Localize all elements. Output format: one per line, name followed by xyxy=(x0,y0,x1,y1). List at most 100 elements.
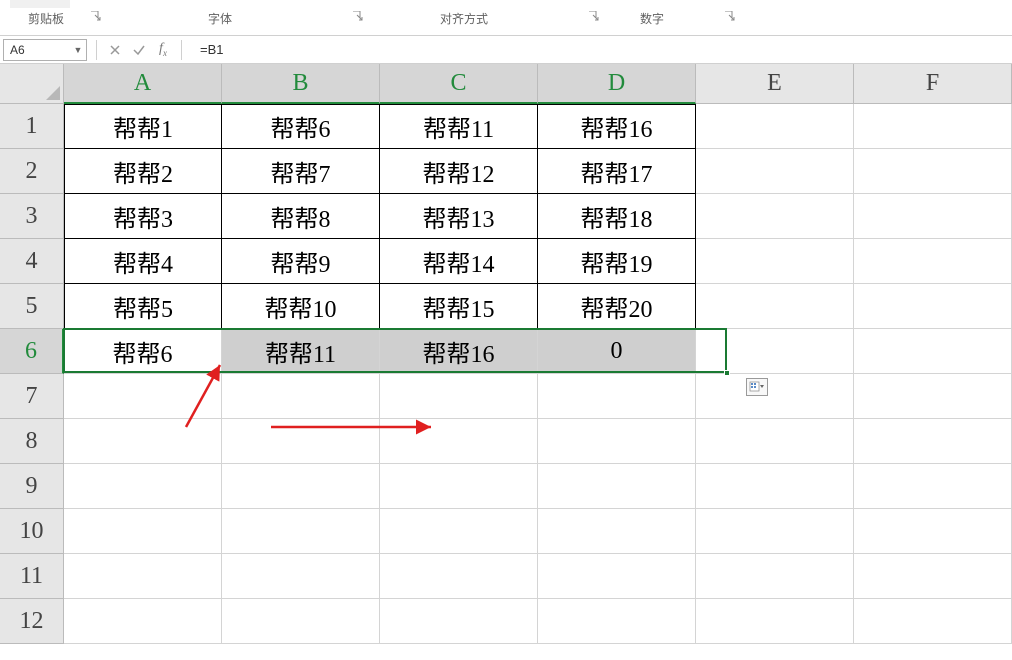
cell-C12[interactable] xyxy=(380,599,538,644)
cell-A12[interactable] xyxy=(64,599,222,644)
cell-F1[interactable] xyxy=(854,104,1012,149)
cell-D7[interactable] xyxy=(538,374,696,419)
cell-C8[interactable] xyxy=(380,419,538,464)
cell-C1[interactable]: 帮帮11 xyxy=(380,104,538,149)
col-header-C[interactable]: C xyxy=(380,64,538,104)
col-header-D[interactable]: D xyxy=(538,64,696,104)
cell-E1[interactable] xyxy=(696,104,854,149)
cell-B3[interactable]: 帮帮8 xyxy=(222,194,380,239)
cell-A10[interactable] xyxy=(64,509,222,554)
cell-F5[interactable] xyxy=(854,284,1012,329)
cell-A2[interactable]: 帮帮2 xyxy=(64,149,222,194)
col-header-E[interactable]: E xyxy=(696,64,854,104)
cell-A3[interactable]: 帮帮3 xyxy=(64,194,222,239)
insert-function-icon[interactable]: fx xyxy=(151,39,175,61)
formula-enter-icon[interactable] xyxy=(127,39,151,61)
cell-E10[interactable] xyxy=(696,509,854,554)
cell-F11[interactable] xyxy=(854,554,1012,599)
cell-A7[interactable] xyxy=(64,374,222,419)
cell-C6[interactable]: 帮帮16 xyxy=(380,329,538,374)
formula-text[interactable]: =B1 xyxy=(200,42,224,57)
cell-F2[interactable] xyxy=(854,149,1012,194)
alignment-dialog-launcher-icon[interactable] xyxy=(588,10,600,22)
font-dialog-launcher-icon[interactable] xyxy=(352,10,364,22)
row-header-2[interactable]: 2 xyxy=(0,149,64,194)
cell-D8[interactable] xyxy=(538,419,696,464)
cell-E9[interactable] xyxy=(696,464,854,509)
cell-F12[interactable] xyxy=(854,599,1012,644)
cell-C7[interactable] xyxy=(380,374,538,419)
cell-B11[interactable] xyxy=(222,554,380,599)
number-dialog-launcher-icon[interactable] xyxy=(724,10,736,22)
cell-B1[interactable]: 帮帮6 xyxy=(222,104,380,149)
row-header-10[interactable]: 10 xyxy=(0,509,64,554)
cell-B2[interactable]: 帮帮7 xyxy=(222,149,380,194)
cell-C11[interactable] xyxy=(380,554,538,599)
cell-B4[interactable]: 帮帮9 xyxy=(222,239,380,284)
cell-A4[interactable]: 帮帮4 xyxy=(64,239,222,284)
row-header-5[interactable]: 5 xyxy=(0,284,64,329)
row-header-1[interactable]: 1 xyxy=(0,104,64,149)
select-all-corner[interactable] xyxy=(0,64,64,104)
cell-E6[interactable] xyxy=(696,329,854,374)
cell-F10[interactable] xyxy=(854,509,1012,554)
row-header-8[interactable]: 8 xyxy=(0,419,64,464)
cell-C10[interactable] xyxy=(380,509,538,554)
name-box[interactable]: A6 ▼ xyxy=(3,39,87,61)
cell-F9[interactable] xyxy=(854,464,1012,509)
cell-C9[interactable] xyxy=(380,464,538,509)
row-header-9[interactable]: 9 xyxy=(0,464,64,509)
cell-C4[interactable]: 帮帮14 xyxy=(380,239,538,284)
cell-E11[interactable] xyxy=(696,554,854,599)
cell-E5[interactable] xyxy=(696,284,854,329)
cell-E8[interactable] xyxy=(696,419,854,464)
cell-B8[interactable] xyxy=(222,419,380,464)
cell-B10[interactable] xyxy=(222,509,380,554)
cell-E2[interactable] xyxy=(696,149,854,194)
cell-C5[interactable]: 帮帮15 xyxy=(380,284,538,329)
cell-C3[interactable]: 帮帮13 xyxy=(380,194,538,239)
col-header-B[interactable]: B xyxy=(222,64,380,104)
cell-D4[interactable]: 帮帮19 xyxy=(538,239,696,284)
cell-D10[interactable] xyxy=(538,509,696,554)
cell-F3[interactable] xyxy=(854,194,1012,239)
cell-D11[interactable] xyxy=(538,554,696,599)
cell-D9[interactable] xyxy=(538,464,696,509)
cell-E7[interactable] xyxy=(696,374,854,419)
row-header-4[interactable]: 4 xyxy=(0,239,64,284)
cell-C2[interactable]: 帮帮12 xyxy=(380,149,538,194)
row-header-11[interactable]: 11 xyxy=(0,554,64,599)
cell-F8[interactable] xyxy=(854,419,1012,464)
cell-F7[interactable] xyxy=(854,374,1012,419)
cell-E12[interactable] xyxy=(696,599,854,644)
name-box-dropdown-icon[interactable]: ▼ xyxy=(70,45,86,55)
cell-D12[interactable] xyxy=(538,599,696,644)
row-header-7[interactable]: 7 xyxy=(0,374,64,419)
clipboard-dialog-launcher-icon[interactable] xyxy=(90,10,102,22)
col-header-F[interactable]: F xyxy=(854,64,1012,104)
cell-A6[interactable]: 帮帮6 xyxy=(64,329,222,374)
cell-D2[interactable]: 帮帮17 xyxy=(538,149,696,194)
cell-D6[interactable]: 0 xyxy=(538,329,696,374)
row-header-3[interactable]: 3 xyxy=(0,194,64,239)
cell-E3[interactable] xyxy=(696,194,854,239)
cell-D5[interactable]: 帮帮20 xyxy=(538,284,696,329)
row-header-12[interactable]: 12 xyxy=(0,599,64,644)
cell-F6[interactable] xyxy=(854,329,1012,374)
auto-fill-options-icon[interactable] xyxy=(746,378,768,396)
cell-B7[interactable] xyxy=(222,374,380,419)
formula-cancel-icon[interactable] xyxy=(103,39,127,61)
cell-F4[interactable] xyxy=(854,239,1012,284)
cell-A11[interactable] xyxy=(64,554,222,599)
cell-B5[interactable]: 帮帮10 xyxy=(222,284,380,329)
cell-E4[interactable] xyxy=(696,239,854,284)
cell-B9[interactable] xyxy=(222,464,380,509)
cell-A8[interactable] xyxy=(64,419,222,464)
cell-D1[interactable]: 帮帮16 xyxy=(538,104,696,149)
cell-A9[interactable] xyxy=(64,464,222,509)
cell-A5[interactable]: 帮帮5 xyxy=(64,284,222,329)
col-header-A[interactable]: A xyxy=(64,64,222,104)
cell-B12[interactable] xyxy=(222,599,380,644)
cells-area[interactable]: 帮帮1帮帮6帮帮11帮帮16帮帮2帮帮7帮帮12帮帮17帮帮3帮帮8帮帮13帮帮… xyxy=(64,104,1012,660)
cell-B6[interactable]: 帮帮11 xyxy=(222,329,380,374)
